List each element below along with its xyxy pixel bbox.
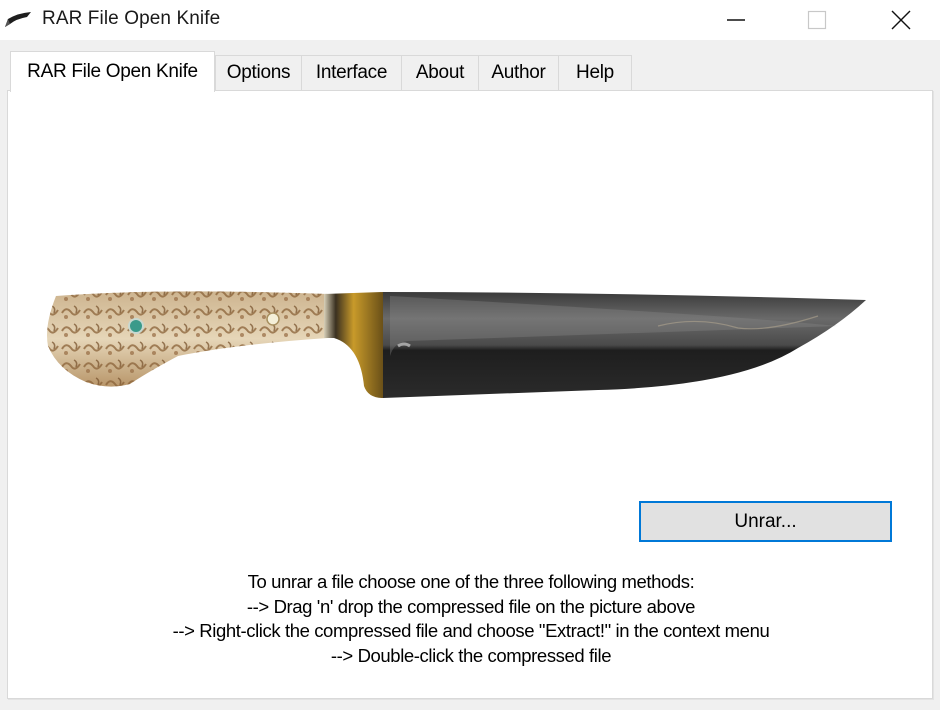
knife-picture[interactable] [38,286,868,406]
instruction-line: --> Right-click the compressed file and … [172,620,770,641]
tab-rar-file-open-knife[interactable]: RAR File Open Knife [10,51,215,92]
handle-gem-pearl [266,312,280,326]
handle-gem-green [128,318,144,334]
instruction-line: --> Drag 'n' drop the compressed file on… [246,595,696,617]
tab-interface[interactable]: Interface [301,55,402,90]
maximize-icon [807,10,827,30]
window-title: RAR File Open Knife [42,8,221,29]
minimize-button[interactable] [713,0,759,40]
instructions-text: To unrar a file choose one of the three … [8,570,934,668]
tab-author[interactable]: Author [478,55,559,90]
tab-panel: Unrar... To unrar a file choose one of t… [7,90,933,699]
close-icon [891,10,911,30]
tab-about[interactable]: About [401,55,479,90]
instruction-line: To unrar a file choose one of the three … [247,571,695,592]
tab-help[interactable]: Help [558,55,632,90]
close-button[interactable] [878,0,924,40]
app-window: RAR File Open Knife RAR File Open Knife … [0,0,940,710]
unrar-button[interactable]: Unrar... [639,501,892,542]
maximize-button[interactable] [794,0,840,40]
knife-icon [5,12,31,27]
knife-bolster [324,292,383,398]
instruction-line: --> Double-click the compressed file [330,644,612,666]
minimize-icon [727,19,745,21]
title-bar[interactable]: RAR File Open Knife [0,0,940,40]
tab-options[interactable]: Options [215,55,302,90]
